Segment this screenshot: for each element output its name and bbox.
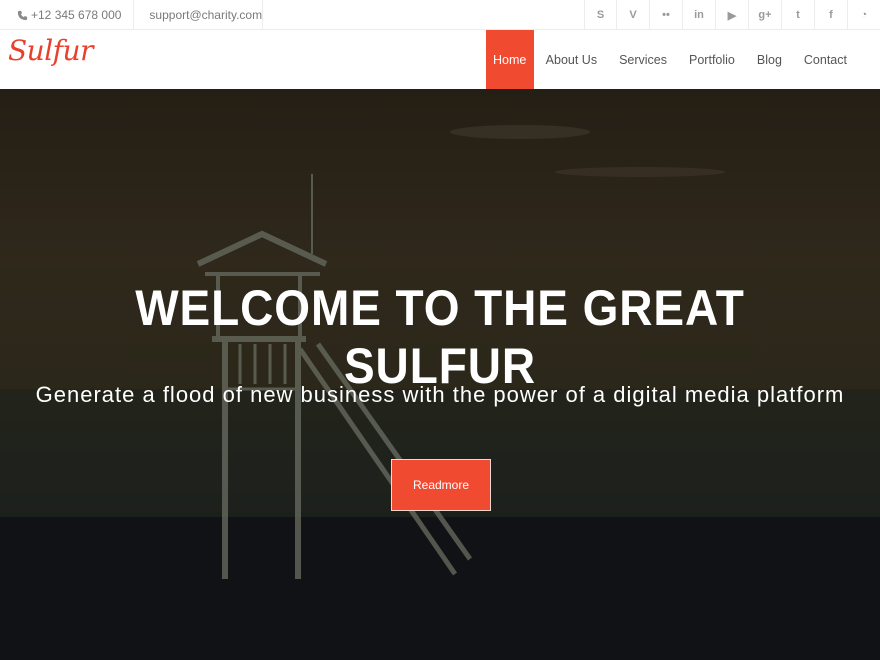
readmore-button[interactable]: Readmore: [391, 459, 491, 511]
email-address: support@charity.com: [149, 8, 263, 22]
nav-portfolio[interactable]: Portfolio: [678, 30, 746, 89]
nav-contact[interactable]: Contact: [793, 30, 858, 89]
hero-title: WELCOME TO THE GREAT SULFUR: [135, 280, 745, 394]
site-logo[interactable]: Sulfur: [8, 34, 93, 67]
google-plus-icon: g+: [758, 9, 772, 21]
phone-contact[interactable]: +12 345 678 000: [0, 0, 135, 30]
facebook-link[interactable]: f: [814, 0, 847, 30]
youtube-link[interactable]: ▶: [715, 0, 748, 30]
phone-number: +12 345 678 000: [31, 8, 122, 22]
twitter-icon: t: [796, 9, 800, 21]
facebook-icon: f: [829, 9, 833, 21]
vimeo-link[interactable]: V: [616, 0, 649, 30]
phone-icon: [17, 10, 28, 20]
nav-blog[interactable]: Blog: [746, 30, 793, 89]
rss-icon: ◔: [860, 9, 868, 21]
hero-banner: WELCOME TO THE GREAT SULFUR Generate a f…: [0, 89, 880, 660]
skype-icon: S: [596, 9, 605, 21]
linkedin-link[interactable]: in: [682, 0, 715, 30]
nav-home[interactable]: Home: [485, 30, 534, 89]
main-nav: Home About Us Services Portfolio Blog Co…: [485, 30, 858, 89]
flickr-icon: ••: [662, 9, 670, 21]
hero-subtitle: Generate a flood of new business with th…: [35, 382, 845, 407]
skype-link[interactable]: S: [584, 0, 616, 30]
twitter-link[interactable]: t: [781, 0, 814, 30]
youtube-icon: ▶: [727, 9, 737, 22]
site-header: Sulfur Home About Us Services Portfolio …: [0, 30, 880, 89]
nav-about-us[interactable]: About Us: [535, 30, 608, 89]
vimeo-icon: V: [629, 9, 637, 21]
email-contact[interactable]: support@charity.com: [134, 0, 264, 30]
google-plus-link[interactable]: g+: [748, 0, 781, 30]
linkedin-icon: in: [694, 9, 704, 21]
nav-services[interactable]: Services: [608, 30, 678, 89]
top-bar: +12 345 678 000 support@charity.com S V …: [0, 0, 880, 30]
contact-info: +12 345 678 000 support@charity.com: [0, 0, 264, 30]
flickr-link[interactable]: ••: [649, 0, 682, 30]
social-links: S V •• in ▶ g+ t f ◔: [584, 0, 880, 30]
rss-link[interactable]: ◔: [847, 0, 880, 30]
